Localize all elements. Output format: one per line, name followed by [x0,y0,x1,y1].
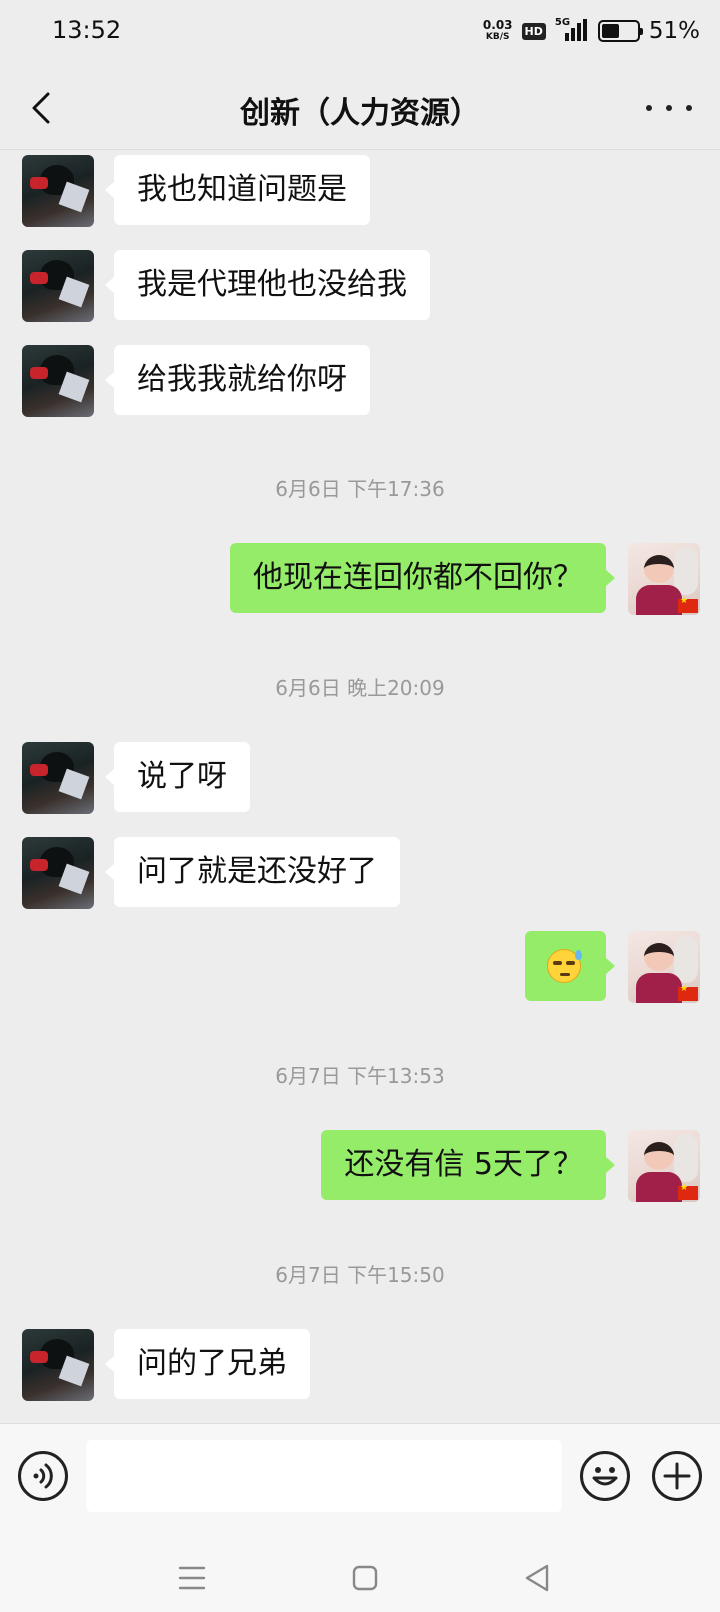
user-avatar[interactable] [628,543,700,615]
received-message[interactable]: 给我我就给你呀 [105,345,370,415]
contact-avatar[interactable] [22,345,94,417]
signal-icon: 5G [554,17,589,43]
net-speed-unit: KB/S [485,32,510,42]
message-timestamp: 6月7日 下午13:53 [275,1064,445,1088]
voice-button[interactable] [18,1451,68,1501]
contact-avatar[interactable] [22,250,94,322]
chat-header: 创新（人力资源） [0,66,720,150]
message-timestamp: 6月6日 下午17:36 [275,477,445,501]
battery-icon [597,20,643,42]
status-bar: 13:52 0.03 KB/S HD 5G 51% [0,0,720,66]
home-button[interactable] [352,1564,378,1596]
nav-back-button[interactable] [523,1563,551,1597]
message-timestamp: 6月6日 晚上20:09 [275,676,445,700]
status-icons: 0.03 KB/S HD 5G 51% [483,14,700,48]
emoji-icon [592,1467,618,1486]
received-message[interactable]: 说了呀 [105,742,250,812]
recent-apps-button[interactable] [178,1565,206,1595]
plus-icon [663,1462,691,1490]
user-avatar[interactable] [628,931,700,1003]
sent-emoji-message[interactable] [525,931,615,1001]
emoji-button[interactable] [580,1451,630,1501]
contact-avatar[interactable] [22,155,94,227]
sent-message[interactable]: 还没有信 5天了？ [321,1130,615,1200]
home-icon [352,1565,378,1591]
system-nav-bar [0,1543,720,1612]
more-button[interactable] [646,88,692,128]
chat-title: 创新（人力资源） [240,96,480,131]
hd-icon: HD [521,22,546,40]
sweat-emoji-icon [547,949,582,983]
received-message[interactable]: 我也知道问题是 [105,155,370,225]
menu-icon [178,1566,206,1590]
more-dots-icon [646,105,652,111]
received-message[interactable]: 问的了兄弟 [105,1329,310,1399]
input-bar [0,1423,720,1543]
more-functions-button[interactable] [652,1451,702,1501]
net-speed: 0.03 KB/S [483,19,513,43]
net-speed-value: 0.03 [482,18,513,32]
battery-percent: 51% [648,18,700,44]
sent-message[interactable]: 他现在连回你都不回你？ [230,543,615,613]
contact-avatar[interactable] [22,1329,94,1401]
received-message[interactable]: 问了就是还没好了 [105,837,400,907]
contact-avatar[interactable] [22,742,94,814]
user-avatar[interactable] [628,1130,700,1202]
message-timestamp: 6月7日 下午15:50 [275,1263,445,1287]
back-triangle-icon [525,1564,549,1592]
contact-avatar[interactable] [22,837,94,909]
voice-icon [33,1463,53,1489]
status-time: 13:52 [52,16,122,44]
network-type: 5G [554,17,571,28]
received-message[interactable]: 我是代理他也没给我 [105,250,430,320]
message-input[interactable] [86,1440,562,1512]
battery-fill [601,24,620,38]
